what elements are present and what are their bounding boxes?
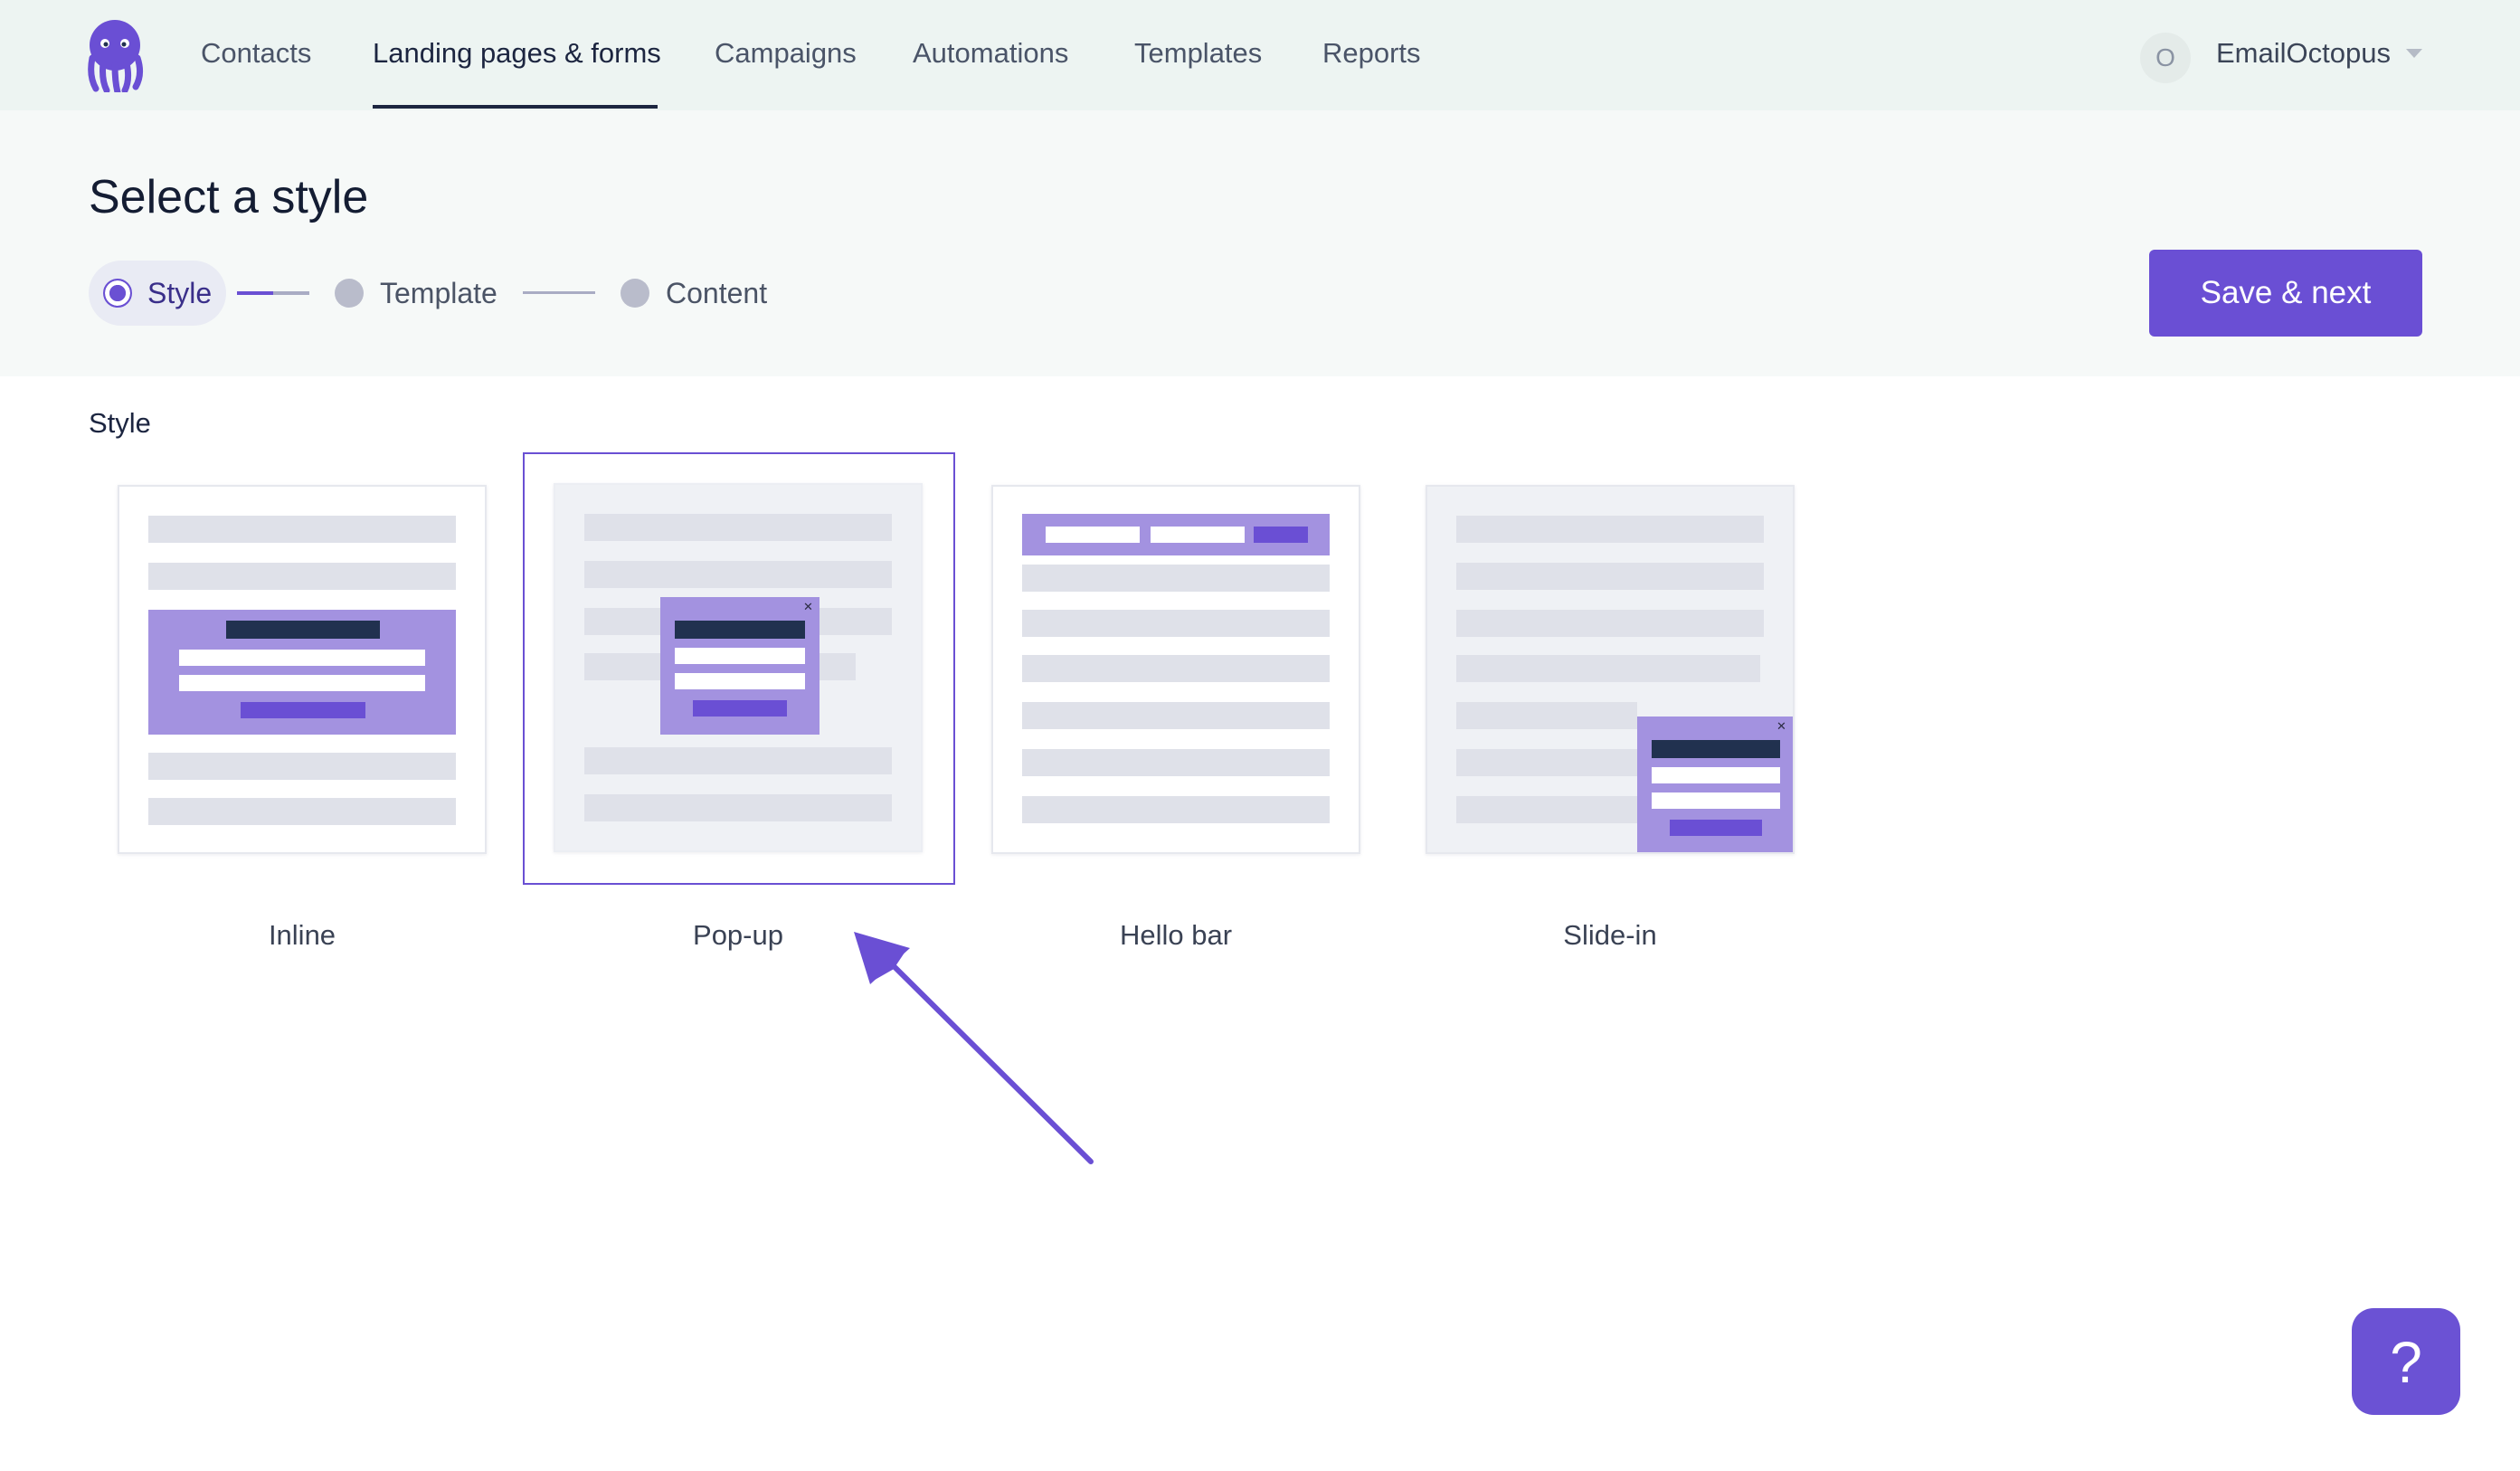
- preview-line: [1456, 749, 1637, 776]
- chevron-down-icon[interactable]: [2406, 49, 2422, 58]
- preview-field: [179, 675, 425, 691]
- style-label-slide-in[interactable]: Slide-in: [1426, 914, 1795, 957]
- preview-line: [584, 747, 892, 774]
- preview-line: [148, 516, 456, 543]
- step-style-label: Style: [147, 277, 213, 309]
- preview-button: [1254, 527, 1308, 543]
- preview-line: [1022, 610, 1330, 637]
- preview-line: [1022, 702, 1330, 729]
- preview-button: [241, 702, 365, 718]
- preview-heading: [226, 621, 380, 639]
- preview-heading: [675, 621, 805, 639]
- nav-contacts[interactable]: Contacts: [201, 31, 311, 76]
- close-icon: ✕: [803, 600, 813, 613]
- save-next-button[interactable]: Save & next: [2149, 250, 2422, 337]
- page-header: [0, 110, 2520, 376]
- preview-line: [1456, 516, 1764, 543]
- close-icon: ✕: [1776, 719, 1786, 733]
- preview-line: [1022, 749, 1330, 776]
- preview-line: [584, 794, 892, 821]
- style-label-inline[interactable]: Inline: [118, 914, 487, 957]
- step-template-label: Template: [380, 277, 497, 309]
- step-current-dot: [109, 285, 126, 301]
- step-pending-icon: [621, 279, 649, 308]
- preview-field: [1652, 767, 1780, 783]
- step-connector: [273, 291, 309, 295]
- account-name[interactable]: EmailOctopus: [2216, 31, 2391, 76]
- preview-line: [1022, 655, 1330, 682]
- preview-line: [1456, 702, 1637, 729]
- nav-automations[interactable]: Automations: [913, 31, 1068, 76]
- preview-line: [1456, 655, 1760, 682]
- account-avatar[interactable]: O: [2140, 33, 2191, 83]
- style-card-inline[interactable]: [118, 485, 487, 854]
- step-pending-icon: [335, 279, 364, 308]
- preview-button: [693, 700, 787, 717]
- preview-heading: [1652, 740, 1780, 758]
- preview-line: [1456, 563, 1764, 590]
- nav-active-underline: [373, 105, 658, 109]
- help-button[interactable]: ?: [2352, 1308, 2460, 1415]
- step-connector-progress: [237, 291, 273, 295]
- preview-field: [675, 648, 805, 664]
- nav-templates[interactable]: Templates: [1134, 31, 1262, 76]
- page-title: Select a style: [89, 171, 369, 223]
- preview-line: [584, 514, 892, 541]
- preview-line: [584, 561, 892, 588]
- octopus-logo-icon[interactable]: [83, 16, 147, 92]
- style-card-popup[interactable]: ✕: [554, 483, 923, 852]
- preview-field: [179, 650, 425, 666]
- preview-line: [1456, 610, 1764, 637]
- preview-line: [148, 753, 456, 780]
- style-label-hello-bar[interactable]: Hello bar: [991, 914, 1360, 957]
- nav-reports[interactable]: Reports: [1322, 31, 1421, 76]
- style-card-slide-in[interactable]: ✕: [1426, 485, 1795, 854]
- style-card-hello-bar[interactable]: [991, 485, 1360, 854]
- preview-line: [148, 798, 456, 825]
- preview-field: [1151, 527, 1245, 543]
- preview-line: [1022, 796, 1330, 823]
- preview-button: [1670, 820, 1762, 836]
- preview-field: [1652, 792, 1780, 809]
- preview-line: [1456, 796, 1637, 823]
- preview-line: [148, 563, 456, 590]
- step-content-label: Content: [666, 277, 768, 309]
- preview-field: [675, 673, 805, 689]
- nav-landing-pages-forms[interactable]: Landing pages & forms: [373, 31, 661, 76]
- section-label: Style: [89, 407, 151, 439]
- step-connector: [523, 291, 595, 294]
- style-label-popup[interactable]: Pop-up: [554, 914, 923, 957]
- nav-campaigns[interactable]: Campaigns: [715, 31, 857, 76]
- preview-field: [1046, 527, 1140, 543]
- preview-line: [1022, 565, 1330, 592]
